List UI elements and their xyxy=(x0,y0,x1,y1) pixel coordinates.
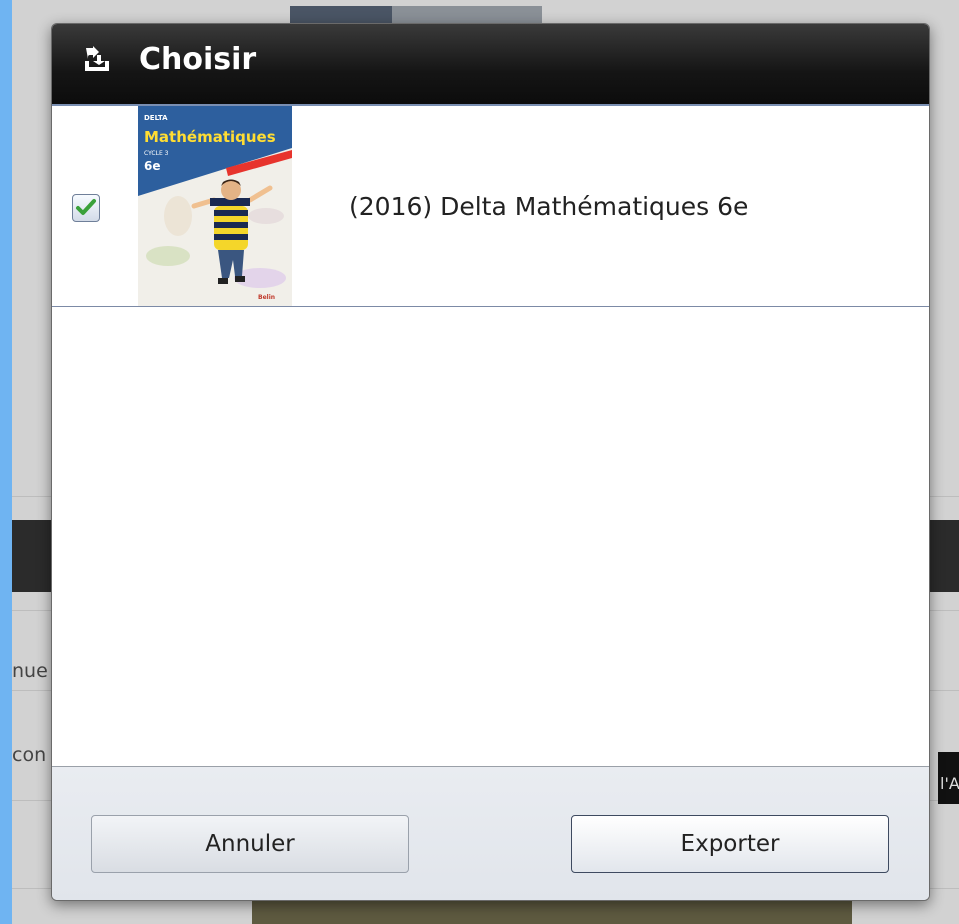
background-black-tile: l'A xyxy=(938,752,959,804)
book-cover: DELTA Mathématiques CYCLE 3 6e Belin xyxy=(138,106,292,306)
item-checkbox[interactable] xyxy=(72,194,100,222)
cover-publisher: Belin xyxy=(258,294,275,301)
list-item[interactable]: DELTA Mathématiques CYCLE 3 6e Belin (20… xyxy=(52,106,929,307)
background-text: nue xyxy=(12,660,48,682)
cover-cycle: CYCLE 3 xyxy=(144,150,169,157)
cover-grade: 6e xyxy=(144,159,161,173)
dialog-title: Choisir xyxy=(139,42,257,77)
choose-dialog: Choisir DELTA Mathématiques CYCLE 3 6e B… xyxy=(51,23,930,901)
dialog-footer: Annuler Exporter xyxy=(52,767,929,900)
cancel-button[interactable]: Annuler xyxy=(91,815,409,873)
item-title: (2016) Delta Mathématiques 6e xyxy=(349,192,749,221)
background-text: con xyxy=(12,744,47,766)
dialog-body: DELTA Mathématiques CYCLE 3 6e Belin (20… xyxy=(52,106,929,767)
cover-brand: DELTA xyxy=(144,114,168,122)
dialog-header: Choisir xyxy=(52,24,929,106)
checkmark-icon xyxy=(76,199,96,215)
export-arrow-icon xyxy=(82,44,112,74)
export-button[interactable]: Exporter xyxy=(571,815,889,873)
cover-subject: Mathématiques xyxy=(144,128,276,146)
background-bottom-strip xyxy=(252,898,852,924)
background-text: l'A xyxy=(940,774,959,793)
